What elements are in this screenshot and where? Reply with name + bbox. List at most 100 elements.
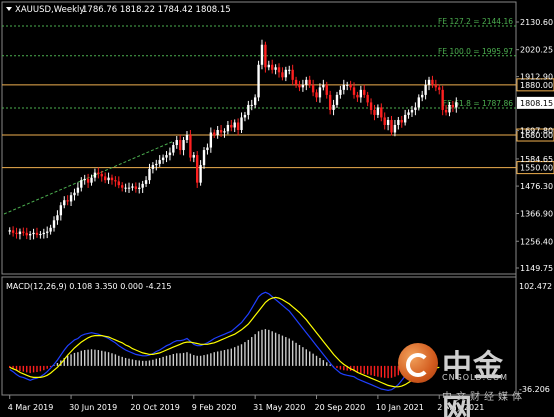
candle-body xyxy=(247,104,250,115)
candle-body xyxy=(86,178,90,183)
candle-body xyxy=(151,165,155,169)
macd-label: MACD(12,26,9) 0.108 3.350 0.000 -4.215 xyxy=(6,282,171,291)
candle-body xyxy=(219,129,223,133)
candle-body xyxy=(451,104,455,108)
candle-body xyxy=(424,84,427,95)
candle-body xyxy=(8,230,11,232)
candle-body xyxy=(83,178,86,181)
candle-body xyxy=(369,102,373,110)
candle-body xyxy=(230,124,233,128)
level-tag-label: 1880.00 xyxy=(520,81,553,90)
candle-body xyxy=(155,163,158,166)
price-tick-label: 1149.75 xyxy=(520,264,553,273)
candle-body xyxy=(124,187,127,189)
candle-body xyxy=(305,79,308,85)
candle-body xyxy=(448,104,451,113)
candle-body xyxy=(260,44,264,65)
candle-body xyxy=(366,94,369,103)
candle-body xyxy=(434,84,438,88)
candle-body xyxy=(202,150,206,166)
candle-body xyxy=(121,185,124,188)
candle-body xyxy=(42,232,45,235)
price-tick-label: 1584.65 xyxy=(520,155,553,164)
candle-body xyxy=(427,79,431,85)
candle-body xyxy=(417,97,420,108)
candle-body xyxy=(100,173,103,177)
candle-body xyxy=(380,107,383,118)
candle-body xyxy=(141,183,144,188)
candle-body xyxy=(271,64,274,70)
candle-body xyxy=(243,114,247,118)
candle-body xyxy=(233,122,236,128)
candle-body xyxy=(175,140,178,146)
candle-body xyxy=(318,87,322,98)
candle-body xyxy=(209,132,213,148)
candle-body xyxy=(359,89,363,98)
candle-body xyxy=(414,107,417,110)
candle-body xyxy=(373,109,376,115)
candle-body xyxy=(35,232,39,235)
candle-body xyxy=(66,200,69,202)
price-tick-label: 2020.25 xyxy=(520,46,553,55)
candle-body xyxy=(93,172,97,178)
candle-body xyxy=(168,152,172,156)
candle-body xyxy=(240,117,243,130)
price-tick-label: 1476.30 xyxy=(520,182,553,191)
candle-body xyxy=(76,187,80,193)
candle-body xyxy=(223,131,226,133)
time-tick-label: 20 Sep 2020 xyxy=(315,403,366,412)
candle-body xyxy=(127,187,131,189)
candle-body xyxy=(250,104,253,106)
candle-body xyxy=(213,132,216,136)
current-price-label: 1808.15 xyxy=(520,99,553,108)
candle-body xyxy=(32,232,35,235)
cngold-logo: 中金网 CNGOLD.COM xyxy=(398,341,526,417)
candle-body xyxy=(80,180,83,188)
candle-body xyxy=(431,79,434,85)
candle-body xyxy=(236,122,240,130)
candle-body xyxy=(274,67,277,70)
logo-subtitle: 中文财经媒体 xyxy=(442,392,526,403)
candle-body xyxy=(346,84,349,86)
candle-body xyxy=(189,135,192,158)
time-tick-label: 10 Jan 2021 xyxy=(376,403,424,412)
candle-body xyxy=(311,84,315,93)
candle-body xyxy=(298,84,301,88)
price-tick-label: 2130.60 xyxy=(520,18,553,27)
symbol-label: XAUUSD,Weekly xyxy=(15,5,84,15)
candle-body xyxy=(386,119,390,125)
candle-body xyxy=(400,119,403,123)
candle-body xyxy=(277,67,281,73)
candle-body xyxy=(134,186,138,189)
candle-body xyxy=(410,109,414,113)
candle-body xyxy=(63,200,66,206)
candle-body xyxy=(291,69,294,80)
time-tick-label: 30 Jun 2019 xyxy=(69,403,117,412)
candle-body xyxy=(69,195,73,202)
candle-body xyxy=(73,192,76,196)
candle-body xyxy=(216,129,219,136)
candle-body xyxy=(46,231,49,233)
candle-body xyxy=(110,177,114,181)
candle-body xyxy=(161,157,165,161)
candle-body xyxy=(335,94,339,105)
ohlc-values: 1786.76 1818.22 1784.42 1808.15 xyxy=(82,5,231,15)
candle-body xyxy=(11,230,15,233)
candle-body xyxy=(264,44,267,68)
candle-body xyxy=(383,117,386,125)
chart-window[interactable]: 1880.00 1680.00 1550.00 1808.15 FE 127.2 = … xyxy=(0,0,554,417)
candle-body xyxy=(421,94,424,98)
candle-body xyxy=(15,232,18,235)
candle-body xyxy=(131,186,134,188)
candle-body xyxy=(59,205,63,216)
price-tick-label: 1697.80 xyxy=(520,127,553,136)
candle-body xyxy=(315,92,318,98)
candle-body xyxy=(267,64,270,68)
candle-body xyxy=(52,220,56,228)
candle-body xyxy=(39,234,42,236)
candle-body xyxy=(253,97,257,105)
candle-body xyxy=(407,112,410,115)
candle-body xyxy=(339,89,342,95)
candle-body xyxy=(192,155,195,158)
candle-body xyxy=(294,79,298,85)
